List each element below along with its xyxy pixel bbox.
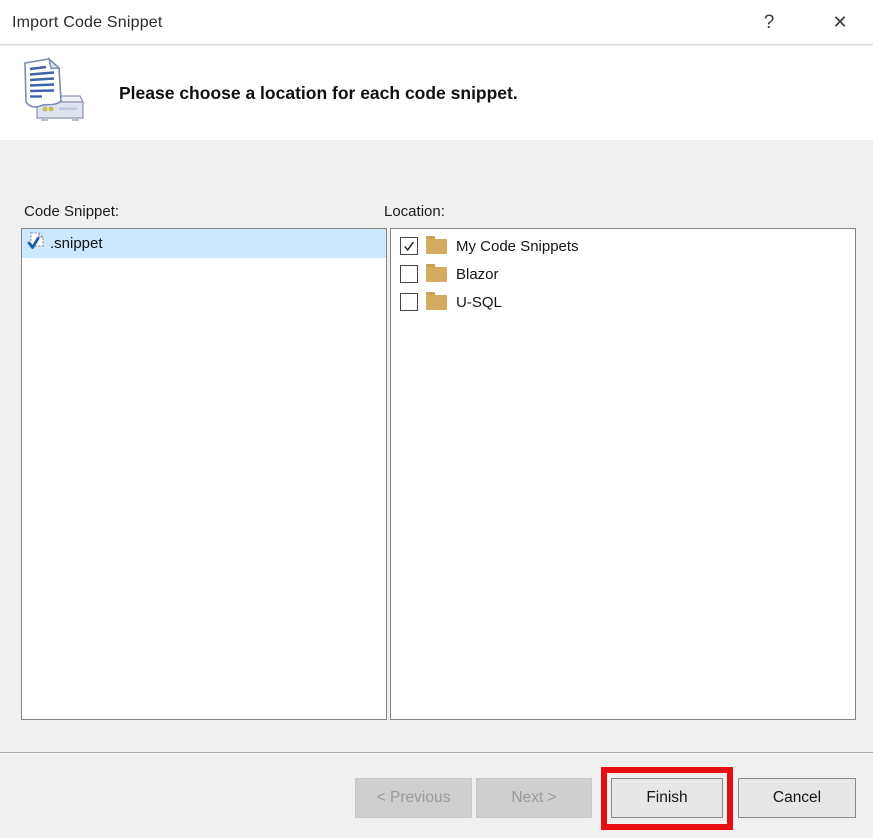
- location-tree[interactable]: My Code Snippets Blazor U-SQL: [390, 228, 856, 720]
- footer-divider: [0, 752, 873, 754]
- folder-icon: [426, 267, 447, 282]
- checkbox-blazor[interactable]: [400, 265, 418, 283]
- checkbox-u-sql[interactable]: [400, 293, 418, 311]
- tree-item-u-sql[interactable]: U-SQL: [391, 288, 855, 316]
- code-snippet-list[interactable]: .snippet: [21, 228, 387, 720]
- import-code-snippet-dialog: Import Code Snippet ? ✕: [0, 0, 873, 838]
- tree-item-my-code-snippets[interactable]: My Code Snippets: [391, 232, 855, 260]
- checkbox-my-code-snippets[interactable]: [400, 237, 418, 255]
- finish-button[interactable]: Finish: [611, 778, 723, 818]
- dialog-title: Import Code Snippet: [12, 0, 163, 45]
- next-button[interactable]: Next >: [476, 778, 592, 818]
- wizard-instruction: Please choose a location for each code s…: [119, 46, 518, 140]
- snippet-file-icon: [26, 230, 48, 258]
- previous-button[interactable]: < Previous: [355, 778, 472, 818]
- help-button[interactable]: ?: [749, 0, 789, 45]
- tree-item-label: Blazor: [456, 266, 499, 283]
- snippet-item-label: .snippet: [50, 235, 103, 252]
- tree-item-blazor[interactable]: Blazor: [391, 260, 855, 288]
- folder-icon: [426, 295, 447, 310]
- close-button[interactable]: ✕: [820, 0, 860, 45]
- wizard-header: Please choose a location for each code s…: [0, 46, 873, 140]
- folder-icon: [426, 239, 447, 254]
- cancel-button[interactable]: Cancel: [738, 778, 856, 818]
- location-label: Location:: [384, 203, 445, 220]
- tree-item-label: My Code Snippets: [456, 238, 579, 255]
- list-item-snippet[interactable]: .snippet: [22, 229, 386, 258]
- tree-item-label: U-SQL: [456, 294, 502, 311]
- code-snippet-label: Code Snippet:: [24, 203, 119, 220]
- title-bar: Import Code Snippet ? ✕: [0, 0, 873, 45]
- import-snippet-icon: [18, 54, 84, 133]
